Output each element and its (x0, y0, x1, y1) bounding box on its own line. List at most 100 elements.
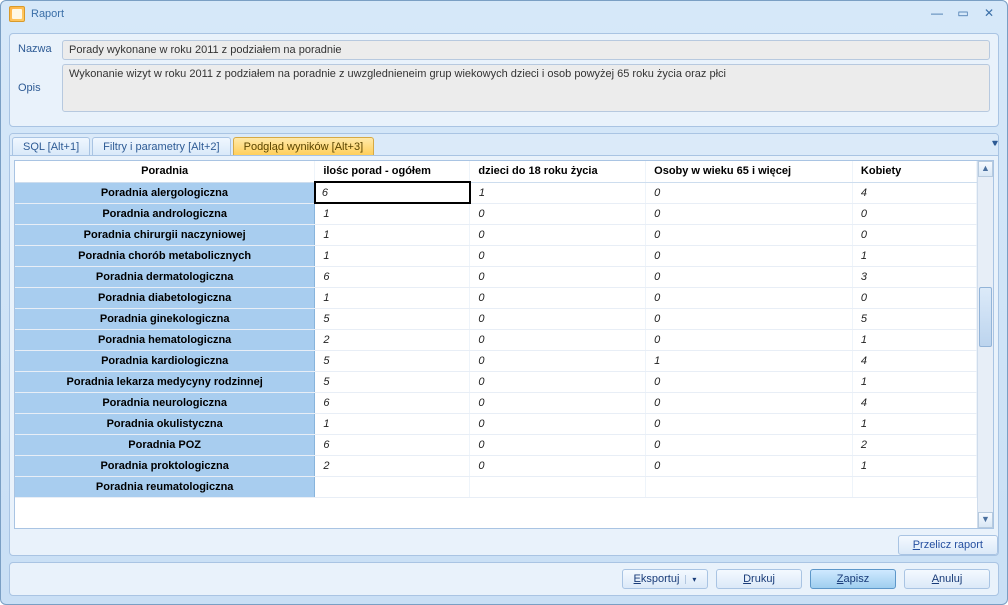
anuluj-button[interactable]: Anuluj (904, 569, 990, 589)
data-cell[interactable]: 0 (646, 414, 853, 435)
data-cell[interactable]: 5 (315, 351, 470, 372)
data-cell[interactable]: 0 (646, 372, 853, 393)
data-cell[interactable]: 0 (646, 435, 853, 456)
data-cell[interactable] (315, 477, 470, 498)
data-cell[interactable]: 1 (315, 246, 470, 267)
table-row[interactable]: Poradnia okulistyczna1001 (15, 414, 977, 435)
data-cell[interactable]: 0 (470, 203, 646, 225)
vertical-scrollbar[interactable]: ▲ ▼ (977, 161, 993, 528)
close-button[interactable]: ✕ (979, 7, 999, 21)
row-header-cell[interactable]: Poradnia hematologiczna (15, 330, 315, 351)
eksportuj-button[interactable]: Eksportuj▾ (622, 569, 708, 589)
data-cell[interactable]: 0 (646, 393, 853, 414)
col-dzieci[interactable]: dzieci do 18 roku życia (470, 161, 646, 182)
data-cell[interactable]: 4 (852, 182, 976, 203)
table-row[interactable]: Poradnia kardiologiczna5014 (15, 351, 977, 372)
tab-overflow-icon[interactable]: ▾▾ (992, 138, 994, 149)
tab-podglad[interactable]: Podgląd wyników [Alt+3] (233, 137, 375, 155)
data-cell[interactable]: 0 (470, 288, 646, 309)
data-cell[interactable]: 0 (852, 288, 976, 309)
row-header-cell[interactable]: Poradnia reumatologiczna (15, 477, 315, 498)
data-cell[interactable]: 0 (646, 267, 853, 288)
data-cell[interactable]: 2 (315, 456, 470, 477)
data-cell[interactable]: 0 (646, 456, 853, 477)
data-cell[interactable]: 5 (315, 309, 470, 330)
przelicz-button[interactable]: Przelicz raport (898, 535, 998, 555)
desc-field[interactable]: Wykonanie wizyt w roku 2011 z podziałem … (62, 64, 990, 112)
table-row[interactable]: Poradnia proktologiczna2001 (15, 456, 977, 477)
row-header-cell[interactable]: Poradnia dermatologiczna (15, 267, 315, 288)
row-header-cell[interactable]: Poradnia ginekologiczna (15, 309, 315, 330)
data-cell[interactable]: 6 (315, 267, 470, 288)
data-cell[interactable]: 1 (315, 225, 470, 246)
maximize-button[interactable]: ▭ (953, 7, 973, 21)
row-header-cell[interactable]: Poradnia chorób metabolicznych (15, 246, 315, 267)
data-cell[interactable]: 1 (852, 330, 976, 351)
row-header-cell[interactable]: Poradnia chirurgii naczyniowej (15, 225, 315, 246)
data-cell[interactable]: 4 (852, 393, 976, 414)
data-cell[interactable]: 0 (852, 225, 976, 246)
data-cell[interactable]: 1 (315, 288, 470, 309)
row-header-cell[interactable]: Poradnia kardiologiczna (15, 351, 315, 372)
data-cell[interactable]: 0 (646, 330, 853, 351)
data-cell[interactable]: 0 (470, 267, 646, 288)
data-cell[interactable]: 1 (315, 203, 470, 225)
data-cell[interactable]: 6 (315, 393, 470, 414)
table-row[interactable]: Poradnia dermatologiczna6003 (15, 267, 977, 288)
row-header-cell[interactable]: Poradnia okulistyczna (15, 414, 315, 435)
minimize-button[interactable]: — (927, 7, 947, 21)
data-cell[interactable]: 1 (646, 351, 853, 372)
col-osoby65[interactable]: Osoby w wieku 65 i więcej (646, 161, 853, 182)
data-cell[interactable]: 0 (470, 351, 646, 372)
scroll-up-icon[interactable]: ▲ (978, 161, 993, 177)
data-cell[interactable]: 2 (852, 435, 976, 456)
data-cell[interactable]: 6 (315, 182, 470, 203)
tab-sql[interactable]: SQL [Alt+1] (12, 137, 90, 155)
data-cell[interactable]: 0 (470, 414, 646, 435)
row-header-cell[interactable]: Poradnia andrologiczna (15, 203, 315, 225)
data-cell[interactable]: 0 (646, 288, 853, 309)
data-cell[interactable]: 0 (646, 225, 853, 246)
data-cell[interactable]: 0 (470, 393, 646, 414)
data-cell[interactable]: 0 (470, 309, 646, 330)
data-cell[interactable]: 5 (852, 309, 976, 330)
scroll-track[interactable] (978, 177, 993, 512)
table-row[interactable]: Poradnia neurologiczna6004 (15, 393, 977, 414)
data-cell[interactable]: 0 (470, 246, 646, 267)
data-cell[interactable]: 0 (646, 246, 853, 267)
table-row[interactable]: Poradnia andrologiczna1000 (15, 203, 977, 225)
table-row[interactable]: Poradnia chirurgii naczyniowej1000 (15, 225, 977, 246)
scroll-down-icon[interactable]: ▼ (978, 512, 993, 528)
table-row[interactable]: Poradnia POZ6002 (15, 435, 977, 456)
data-cell[interactable]: 5 (315, 372, 470, 393)
data-cell[interactable]: 1 (852, 456, 976, 477)
data-cell[interactable]: 0 (470, 435, 646, 456)
data-cell[interactable]: 0 (646, 203, 853, 225)
name-field[interactable]: Porady wykonane w roku 2011 z podziałem … (62, 40, 990, 60)
row-header-cell[interactable]: Poradnia lekarza medycyny rodzinnej (15, 372, 315, 393)
data-cell[interactable]: 6 (315, 435, 470, 456)
data-cell[interactable] (852, 477, 976, 498)
table-row[interactable]: Poradnia alergologiczna6104 (15, 182, 977, 203)
col-poradnia[interactable]: Poradnia (15, 161, 315, 182)
table-row[interactable]: Poradnia lekarza medycyny rodzinnej5001 (15, 372, 977, 393)
col-ilosc[interactable]: ilośc porad - ogółem (315, 161, 470, 182)
data-cell[interactable]: 4 (852, 351, 976, 372)
data-cell[interactable]: 0 (470, 372, 646, 393)
table-row[interactable]: Poradnia hematologiczna2001 (15, 330, 977, 351)
row-header-cell[interactable]: Poradnia diabetologiczna (15, 288, 315, 309)
drukuj-button[interactable]: Drukuj (716, 569, 802, 589)
data-cell[interactable]: 3 (852, 267, 976, 288)
data-cell[interactable] (470, 477, 646, 498)
data-cell[interactable]: 0 (852, 203, 976, 225)
data-cell[interactable] (646, 477, 853, 498)
data-cell[interactable]: 0 (470, 330, 646, 351)
data-cell[interactable]: 1 (470, 182, 646, 203)
zapisz-button[interactable]: Zapisz (810, 569, 896, 589)
data-cell[interactable]: 0 (646, 309, 853, 330)
data-cell[interactable]: 0 (470, 225, 646, 246)
col-kobiety[interactable]: Kobiety (852, 161, 976, 182)
table-row[interactable]: Poradnia diabetologiczna1000 (15, 288, 977, 309)
data-cell[interactable]: 1 (852, 414, 976, 435)
table-row[interactable]: Poradnia reumatologiczna (15, 477, 977, 498)
